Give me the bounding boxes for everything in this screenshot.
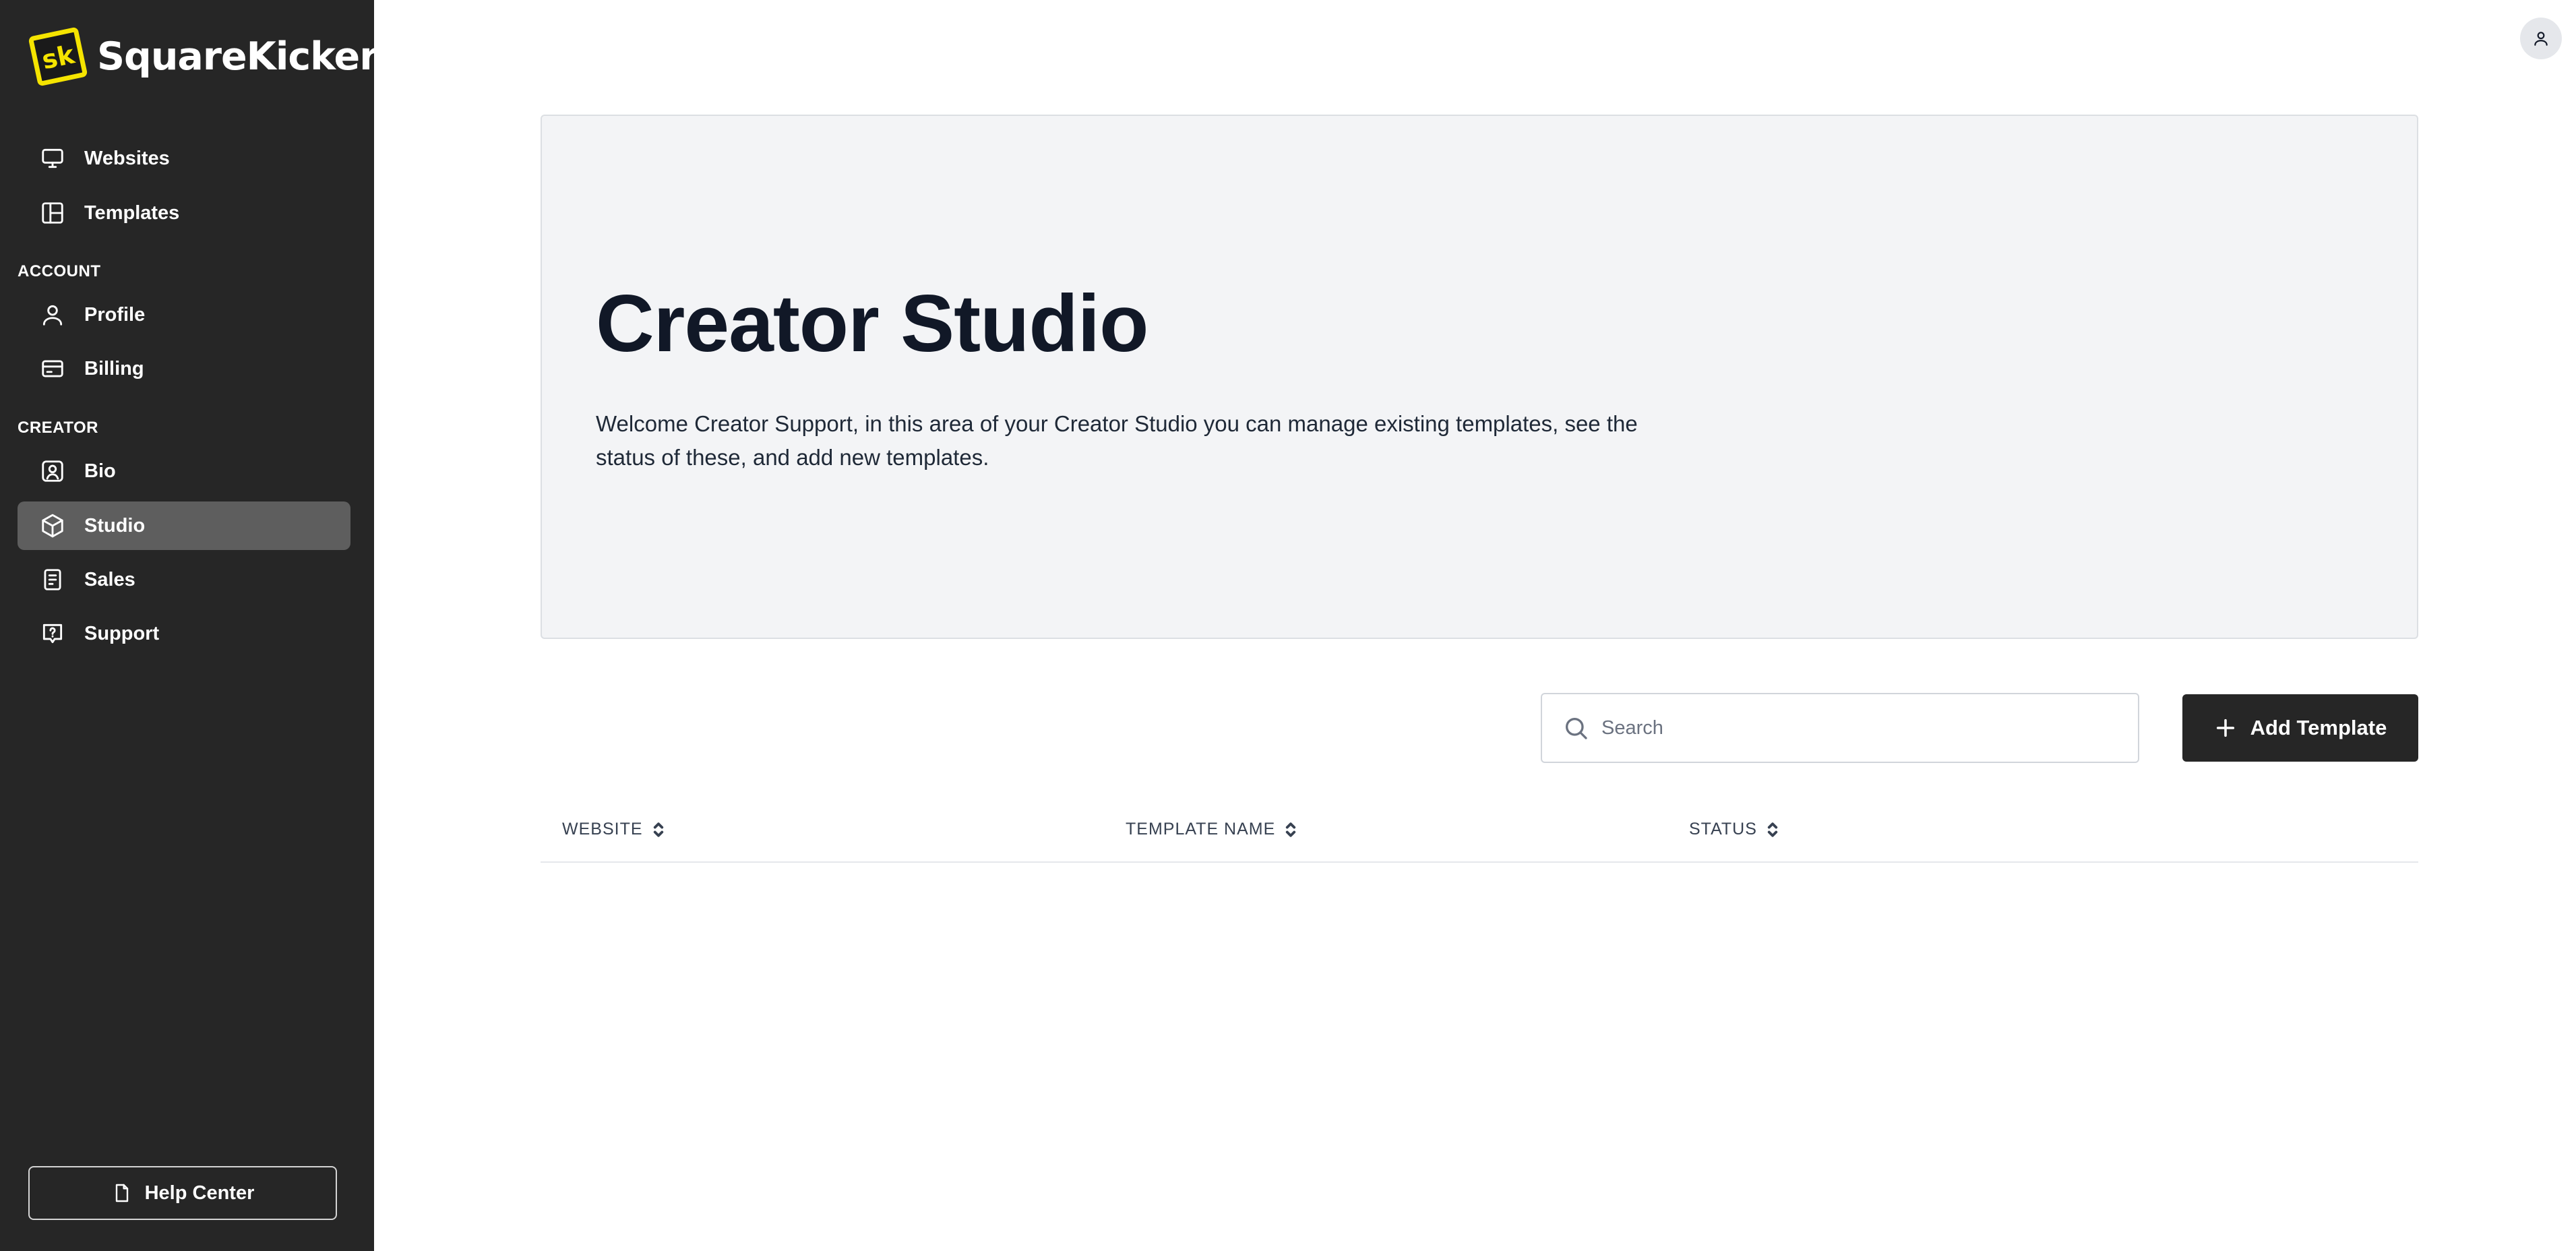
add-template-label: Add Template: [2250, 716, 2387, 739]
sidebar-section-account: ACCOUNT: [18, 262, 101, 280]
sort-icon: [1286, 822, 1296, 837]
credit-card-icon: [40, 356, 65, 382]
user-icon: [2534, 32, 2548, 46]
sidebar-item-bio[interactable]: Bio: [18, 447, 350, 495]
column-header-website[interactable]: WEBSITE: [562, 820, 666, 839]
sidebar-item-sales[interactable]: Sales: [18, 555, 350, 604]
help-message-icon: [40, 621, 65, 646]
sidebar-item-studio[interactable]: Studio: [18, 501, 350, 550]
sort-icon: [1767, 822, 1778, 837]
user-icon: [40, 302, 65, 328]
templates-table-header: WEBSITE TEMPLATE NAME STATUS: [541, 802, 2418, 863]
sidebar-item-label: Bio: [84, 460, 116, 482]
file-icon: [115, 1184, 128, 1202]
search-icon: [1566, 718, 1587, 739]
sidebar-item-label: Billing: [84, 357, 144, 379]
sidebar-item-label: Websites: [84, 147, 170, 169]
sidebar-item-label: Studio: [84, 514, 146, 537]
brand-logo[interactable]: sk SquareKicker: [28, 27, 378, 86]
monitor-icon: [40, 146, 65, 171]
help-center-label: Help Center: [144, 1182, 255, 1204]
help-center-button[interactable]: Help Center: [28, 1166, 337, 1220]
sort-icon: [653, 822, 663, 837]
sidebar-item-label: Sales: [84, 568, 135, 590]
squarekicker-logo-icon: sk: [28, 27, 88, 86]
sidebar: sk SquareKicker Websites Templates ACCOU…: [0, 0, 378, 1251]
page-description: Welcome Creator Support, in this area of…: [596, 411, 1638, 470]
sidebar-item-billing[interactable]: Billing: [18, 344, 350, 393]
user-avatar-button[interactable]: [2520, 18, 2562, 59]
page-title: Creator Studio: [596, 278, 1148, 369]
search-box[interactable]: [1541, 693, 2139, 763]
column-header-status[interactable]: STATUS: [1689, 820, 1780, 839]
add-template-button[interactable]: Add Template: [2182, 694, 2418, 762]
receipt-icon: [40, 567, 65, 592]
layout-icon: [40, 200, 65, 226]
sidebar-item-templates[interactable]: Templates: [18, 189, 350, 237]
sidebar-item-support[interactable]: Support: [18, 609, 350, 658]
column-header-label: WEBSITE: [562, 820, 643, 838]
sidebar-item-label: Templates: [84, 202, 180, 224]
sidebar-item-label: Profile: [84, 303, 146, 326]
search-input[interactable]: [1600, 716, 2115, 740]
column-header-label: TEMPLATE NAME: [1126, 820, 1276, 838]
sidebar-item-websites[interactable]: Websites: [18, 134, 350, 183]
user-square-icon: [40, 458, 65, 484]
sidebar-item-profile[interactable]: Profile: [18, 291, 350, 339]
cube-icon: [40, 513, 65, 539]
column-header-template-name[interactable]: TEMPLATE NAME: [1126, 820, 1298, 839]
sidebar-section-creator: CREATOR: [18, 419, 98, 437]
sidebar-item-label: Support: [84, 622, 160, 644]
hero-panel: Creator Studio Welcome Creator Support, …: [541, 115, 2418, 639]
plus-icon: [2216, 719, 2234, 737]
brand-name: SquareKicker: [97, 34, 378, 79]
column-header-label: STATUS: [1689, 820, 1757, 838]
